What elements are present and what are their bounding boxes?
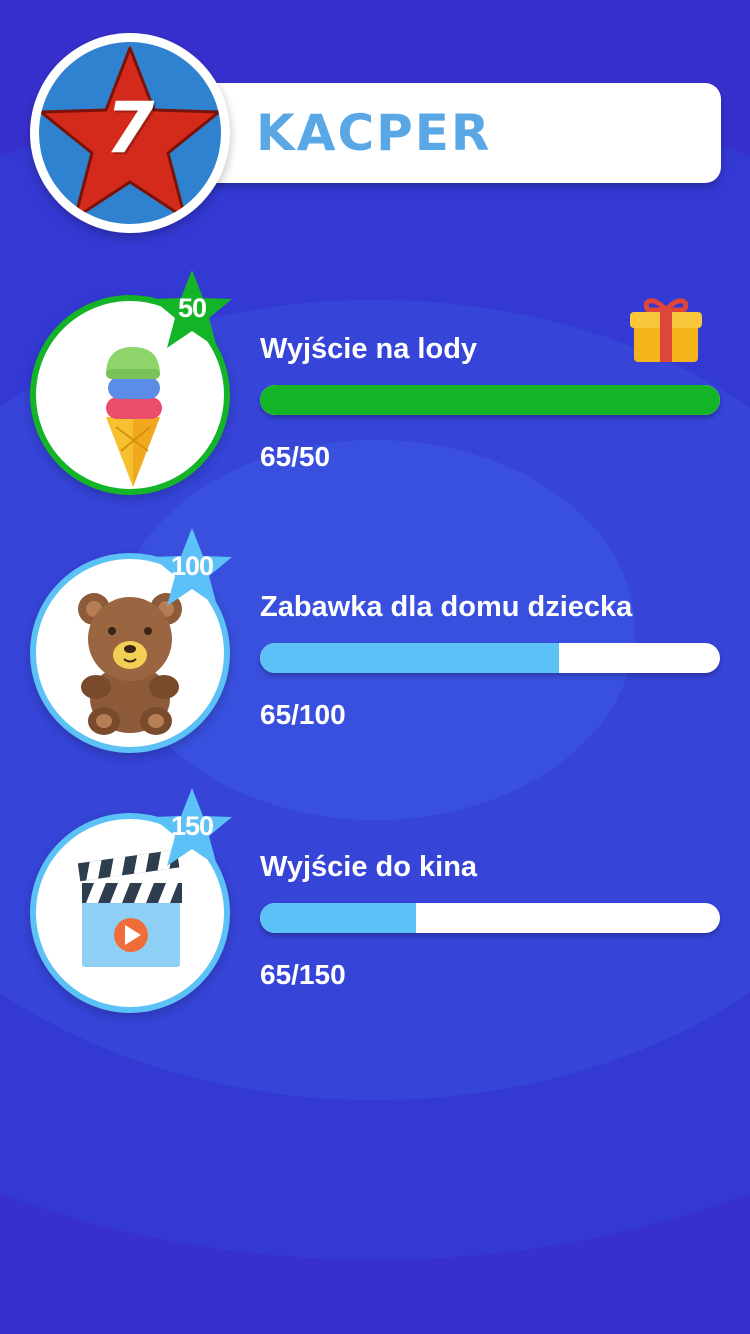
progress-bar [260,385,720,415]
cost-star-badge: 50 [150,268,234,352]
progress-fill [260,385,720,415]
level-circle: 7 [39,42,221,224]
reward-title: Wyjście na lody [260,333,478,365]
progress-text: 65/100 [260,699,346,730]
reward-cost: 100 [170,551,214,581]
reward-item-cinema[interactable]: 150 Wyjście do kina 65/150 [0,788,750,1018]
cost-star-badge: 150 [150,786,234,870]
level-badge[interactable]: 7 [30,33,230,233]
progress-bar [260,903,720,933]
profile-name: KACPER [256,104,492,162]
reward-title: Wyjście do kina [260,851,478,883]
reward-title: Zabawka dla domu dziecka [260,591,633,623]
reward-cost: 50 [177,293,207,323]
progress-fill [260,643,559,673]
reward-item-teddy-bear[interactable]: 100 Zabawka dla domu dziecka 65/100 [0,528,750,758]
progress-text: 65/150 [260,959,346,990]
profile-name-card[interactable]: KACPER [190,83,721,183]
gift-icon[interactable] [628,294,704,364]
progress-bar [260,643,720,673]
reward-cost: 150 [170,811,214,841]
progress-fill [260,903,417,933]
cost-star-badge: 100 [150,526,234,610]
level-number: 7 [105,87,155,169]
progress-text: 65/50 [260,441,331,472]
